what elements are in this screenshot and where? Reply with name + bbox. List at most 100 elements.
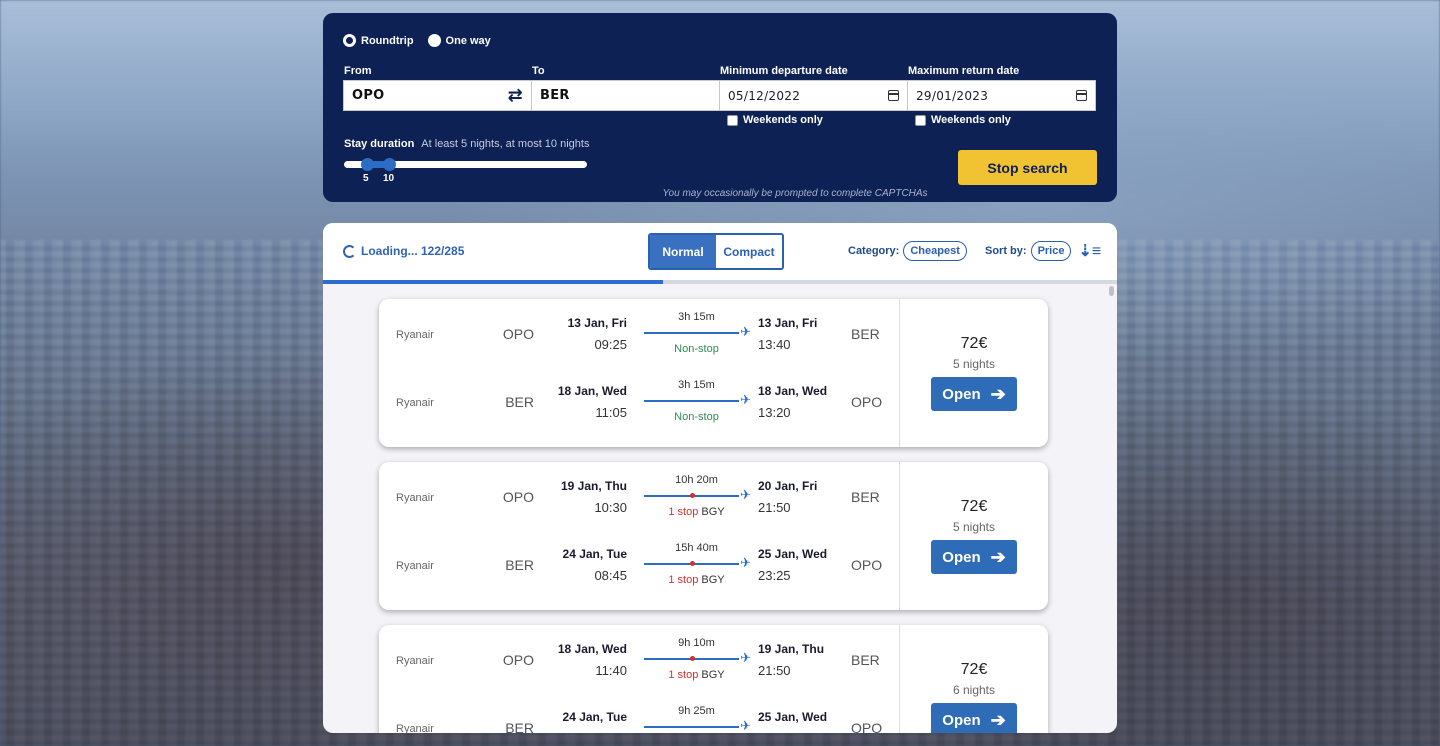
slider-min-thumb[interactable] (361, 158, 374, 171)
flight-leg: Ryanair OPO 18 Jan, Wed 11:40 9h 10m ✈ 1… (379, 625, 899, 685)
open-button[interactable]: Open ➔ (931, 377, 1017, 411)
departure-date: 19 Jan, Thu (560, 479, 627, 493)
flight-duration: 15h 40m (675, 542, 718, 554)
route-line: ✈ (644, 487, 751, 502)
stay-duration-slider[interactable] (344, 158, 587, 171)
results-panel: Loading... 122/285 Normal Compact Catego… (323, 223, 1117, 733)
plane-icon: ✈ (740, 650, 751, 665)
one-way-radio[interactable] (427, 34, 441, 47)
departure-date: 18 Jan, Wed (557, 642, 627, 656)
flight-leg: Ryanair BER 18 Jan, Wed 11:05 3h 15m ✈ N… (379, 367, 899, 427)
arrival-time: 13:40 (758, 337, 791, 352)
open-button[interactable]: Open ➔ (931, 703, 1017, 733)
price-box: 72€ 5 nights Open ➔ (900, 462, 1048, 610)
search-panel: Roundtrip One way From OPO ⇄ To BER Mini… (323, 13, 1117, 202)
arrival-date: 25 Jan, Wed (758, 547, 828, 561)
stop-search-button[interactable]: Stop search (958, 150, 1097, 185)
arrival: 25 Jan, Wed (758, 710, 848, 731)
sort-direction-icon[interactable]: ⇣≡ (1078, 241, 1101, 261)
slider-max-thumb[interactable] (383, 158, 396, 171)
to-field[interactable]: BER (531, 80, 720, 111)
airline-name: Ryanair (396, 655, 434, 667)
flight-duration: 3h 15m (678, 379, 715, 391)
arrival: 13 Jan, Fri 13:40 (758, 316, 848, 352)
min-departure-value: 05/12/2022 (728, 88, 801, 103)
one-way-option[interactable]: One way (427, 34, 491, 47)
open-button[interactable]: Open ➔ (931, 540, 1017, 574)
route-line: ✈ (644, 718, 751, 733)
departure-date: 18 Jan, Wed (557, 384, 627, 398)
flight-duration: 3h 15m (678, 311, 715, 323)
price: 72€ (960, 661, 988, 678)
plane-icon: ✈ (740, 392, 751, 407)
stops-count: 1 stop (668, 506, 699, 518)
departure-weekends-checkbox[interactable] (727, 114, 738, 126)
stops-info: 1 stop BGY (644, 506, 749, 518)
price: 72€ (960, 498, 988, 515)
open-label: Open (942, 548, 981, 566)
return-weekends-only[interactable]: Weekends only (915, 114, 1011, 126)
scrollbar[interactable] (1108, 284, 1115, 733)
max-return-field[interactable]: 29/01/2023 (907, 80, 1096, 111)
category-label: Category: (848, 245, 900, 257)
departure-weekends-only[interactable]: Weekends only (727, 114, 823, 126)
arrival: 25 Jan, Wed 23:25 (758, 547, 848, 583)
stops-text: Non-stop (674, 411, 719, 423)
arrival: 20 Jan, Fri 21:50 (758, 479, 848, 515)
from-field[interactable]: OPO ⇄ (343, 80, 532, 111)
price-box: 72€ 5 nights Open ➔ (900, 299, 1048, 447)
airline-name: Ryanair (396, 397, 434, 409)
arrival-time: 21:50 (758, 500, 791, 515)
route: 9h 10m ✈ 1 stop BGY (644, 637, 751, 681)
nights: 5 nights (952, 520, 996, 534)
captcha-note: You may occasionally be prompted to comp… (662, 188, 928, 199)
arrival-date: 18 Jan, Wed (758, 384, 828, 398)
view-compact-button[interactable]: Compact (716, 235, 782, 268)
stop-dot (690, 656, 695, 661)
departure-date: 24 Jan, Tue (562, 710, 627, 724)
calendar-icon[interactable] (1076, 90, 1087, 101)
arrow-right-icon: ➔ (990, 709, 1006, 730)
origin-code: OPO (502, 652, 534, 668)
departure-time: 09:25 (594, 337, 627, 352)
flight-duration: 9h 10m (678, 637, 715, 649)
category-select[interactable]: Cheapest (903, 241, 967, 261)
flight-card: Ryanair OPO 19 Jan, Thu 10:30 10h 20m ✈ … (379, 462, 1048, 610)
departure-time: 08:45 (594, 568, 627, 583)
sort-select[interactable]: Price (1030, 241, 1072, 261)
destination-code: BER (851, 326, 880, 342)
flight-card: Ryanair OPO 13 Jan, Fri 09:25 3h 15m ✈ N… (379, 299, 1048, 447)
sort-label: Sort by: (985, 245, 1027, 257)
origin-code: BER (505, 720, 534, 733)
calendar-icon[interactable] (888, 90, 899, 101)
progress-bar (323, 280, 1117, 284)
scrollbar-thumb[interactable] (1109, 286, 1114, 296)
view-toggle: Normal Compact (648, 233, 784, 270)
open-label: Open (942, 385, 981, 403)
departure-date: 13 Jan, Fri (567, 316, 627, 330)
arrival-date: 20 Jan, Fri (758, 479, 818, 493)
stay-duration: Stay duration At least 5 nights, at most… (344, 138, 589, 150)
flight-duration: 10h 20m (675, 474, 718, 486)
route: 3h 15m ✈ Non-stop (644, 379, 751, 423)
roundtrip-radio[interactable] (343, 34, 356, 47)
roundtrip-label: Roundtrip (361, 34, 414, 47)
departure: 18 Jan, Wed 11:05 (539, 384, 627, 420)
plane-icon: ✈ (740, 718, 751, 733)
open-label: Open (942, 711, 981, 729)
loading-text: Loading... 122/285 (361, 244, 465, 258)
route-line: ✈ (644, 392, 751, 407)
stay-duration-desc: At least 5 nights, at most 10 nights (421, 138, 590, 150)
arrival-time: 23:25 (758, 568, 791, 583)
slider-min-label: 5 (363, 173, 369, 184)
min-departure-field[interactable]: 05/12/2022 (719, 80, 908, 111)
roundtrip-option[interactable]: Roundtrip (343, 34, 414, 47)
view-normal-button[interactable]: Normal (650, 235, 716, 268)
arrival: 18 Jan, Wed 13:20 (758, 384, 848, 420)
return-weekends-checkbox[interactable] (915, 114, 926, 126)
arrow-right-icon: ➔ (990, 383, 1006, 404)
swap-icon[interactable]: ⇄ (508, 85, 523, 106)
destination-code: OPO (851, 557, 883, 573)
departure: 18 Jan, Wed 11:40 (539, 642, 627, 678)
flight-leg: Ryanair BER 24 Jan, Tue 08:45 15h 40m ✈ … (379, 530, 899, 590)
